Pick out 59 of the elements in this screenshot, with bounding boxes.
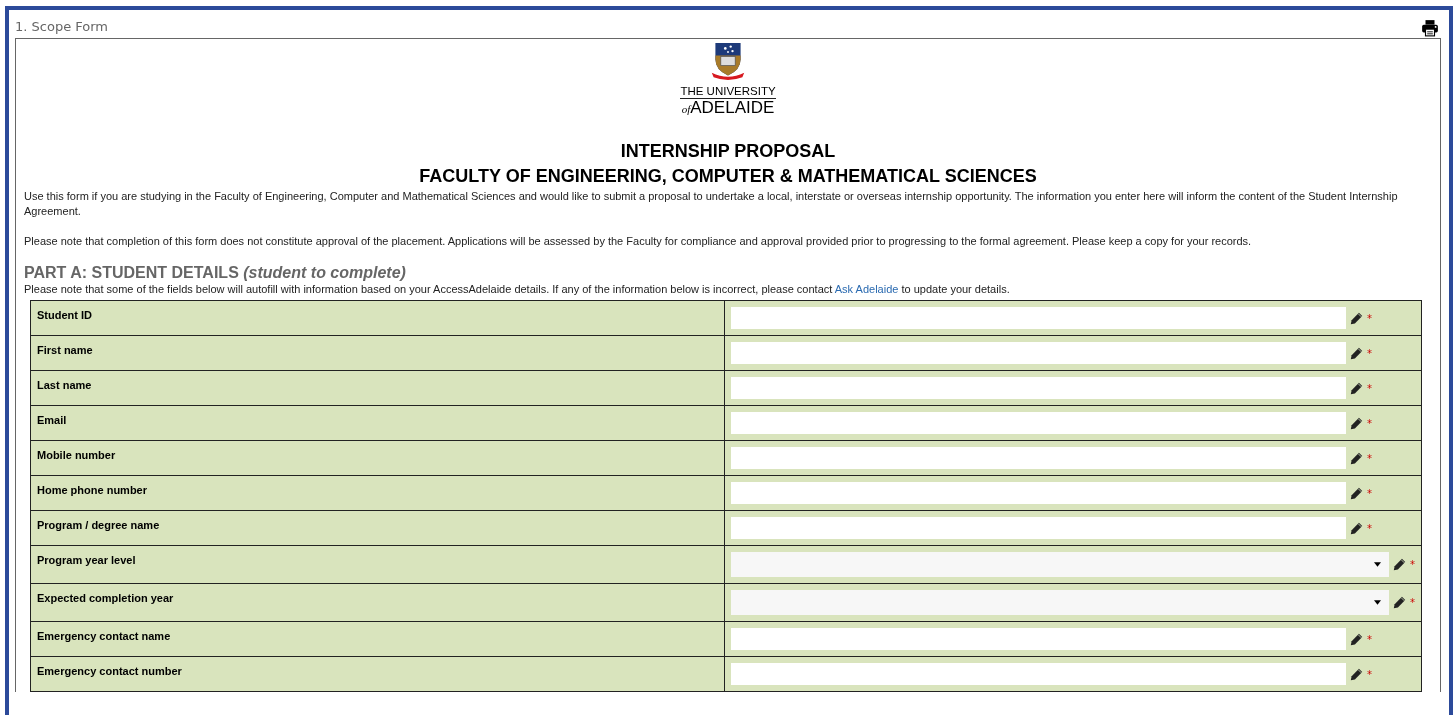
input-field[interactable] [731, 628, 1346, 650]
logo-text: ADELAIDE [690, 99, 775, 117]
pencil-icon [1350, 346, 1363, 360]
pencil-icon [1350, 632, 1363, 646]
dropdown-field[interactable] [731, 552, 1389, 577]
intro-paragraph: Please note that completion of this form does not constitute approval of the placement. Applications will be assessed by the Faculty for compliance and approval provided prior to progressing to the formal agreement. Please keep a copy for your records. [24, 234, 1253, 249]
required-mark: * [1367, 487, 1372, 499]
section-note: Please note that some of the fields below will autofill with information based on your AccessAdelaide details. If any of the information below is incorrect, please contact Ask Adelaide to update your details. [24, 282, 1011, 297]
field-label: Home phone number [30, 475, 725, 511]
required-mark: * [1410, 559, 1415, 570]
print-icon[interactable] [1421, 19, 1439, 37]
required-mark: * [1367, 668, 1372, 680]
field-label: Emergency contact number [30, 656, 725, 692]
pencil-icon [1350, 451, 1363, 465]
input-field[interactable] [731, 663, 1346, 685]
field-label: Emergency contact name [30, 621, 725, 657]
input-field[interactable] [731, 377, 1346, 399]
required-mark: * [1367, 417, 1372, 429]
pencil-icon [1350, 521, 1363, 535]
required-mark: * [1410, 597, 1415, 608]
crest-icon [710, 41, 746, 81]
field-label: Last name [30, 370, 725, 406]
field-label: Program / degree name [30, 510, 725, 546]
logo-text: of [681, 103, 691, 115]
field-label: Student ID [30, 300, 725, 336]
dropdown-field[interactable] [731, 590, 1389, 615]
ask-adelaide-link[interactable]: Ask Adelaide [834, 283, 899, 295]
logo-text: THE UNIVERSITY [680, 85, 776, 99]
pencil-icon [1350, 311, 1363, 325]
input-field[interactable] [731, 517, 1346, 539]
pencil-icon [1350, 416, 1363, 430]
input-field[interactable] [731, 482, 1346, 504]
panel-title: 1. Scope Form [15, 18, 109, 34]
pencil-icon [1393, 596, 1406, 609]
required-mark: * [1367, 452, 1372, 464]
field-label: First name [30, 335, 725, 371]
pencil-icon [1393, 558, 1406, 571]
input-field[interactable] [731, 307, 1346, 329]
field-label: Expected completion year [30, 583, 725, 622]
field-label: Program year level [30, 545, 725, 584]
required-mark: * [1367, 522, 1372, 534]
input-field[interactable] [731, 342, 1346, 364]
field-label: Email [30, 405, 725, 441]
caret-icon [1374, 600, 1381, 605]
section-heading: PART A: STUDENT DETAILS (student to complete) [24, 264, 407, 282]
input-field[interactable] [731, 412, 1346, 434]
required-mark: * [1367, 633, 1372, 645]
required-mark: * [1367, 382, 1372, 394]
required-mark: * [1367, 312, 1372, 324]
form-heading: FACULTY OF ENGINEERING, COMPUTER & MATHEMATICAL SCIENCES [418, 165, 1038, 188]
field-label: Mobile number [30, 440, 725, 476]
pencil-icon [1350, 486, 1363, 500]
intro-paragraph: Use this form if you are studying in the Faculty of Engineering, Computer and Mathematical Sciences and would like to submit a proposal to undertake a local, interstate or overseas internship opportunity. The information you enter here will inform the content of the Student Internship Agreement. [24, 189, 1399, 219]
caret-icon [1374, 562, 1381, 567]
required-mark: * [1367, 347, 1372, 359]
pencil-icon [1350, 667, 1363, 681]
pencil-icon [1350, 381, 1363, 395]
form-heading: INTERNSHIP PROPOSAL [619, 140, 837, 163]
input-field[interactable] [731, 447, 1346, 469]
